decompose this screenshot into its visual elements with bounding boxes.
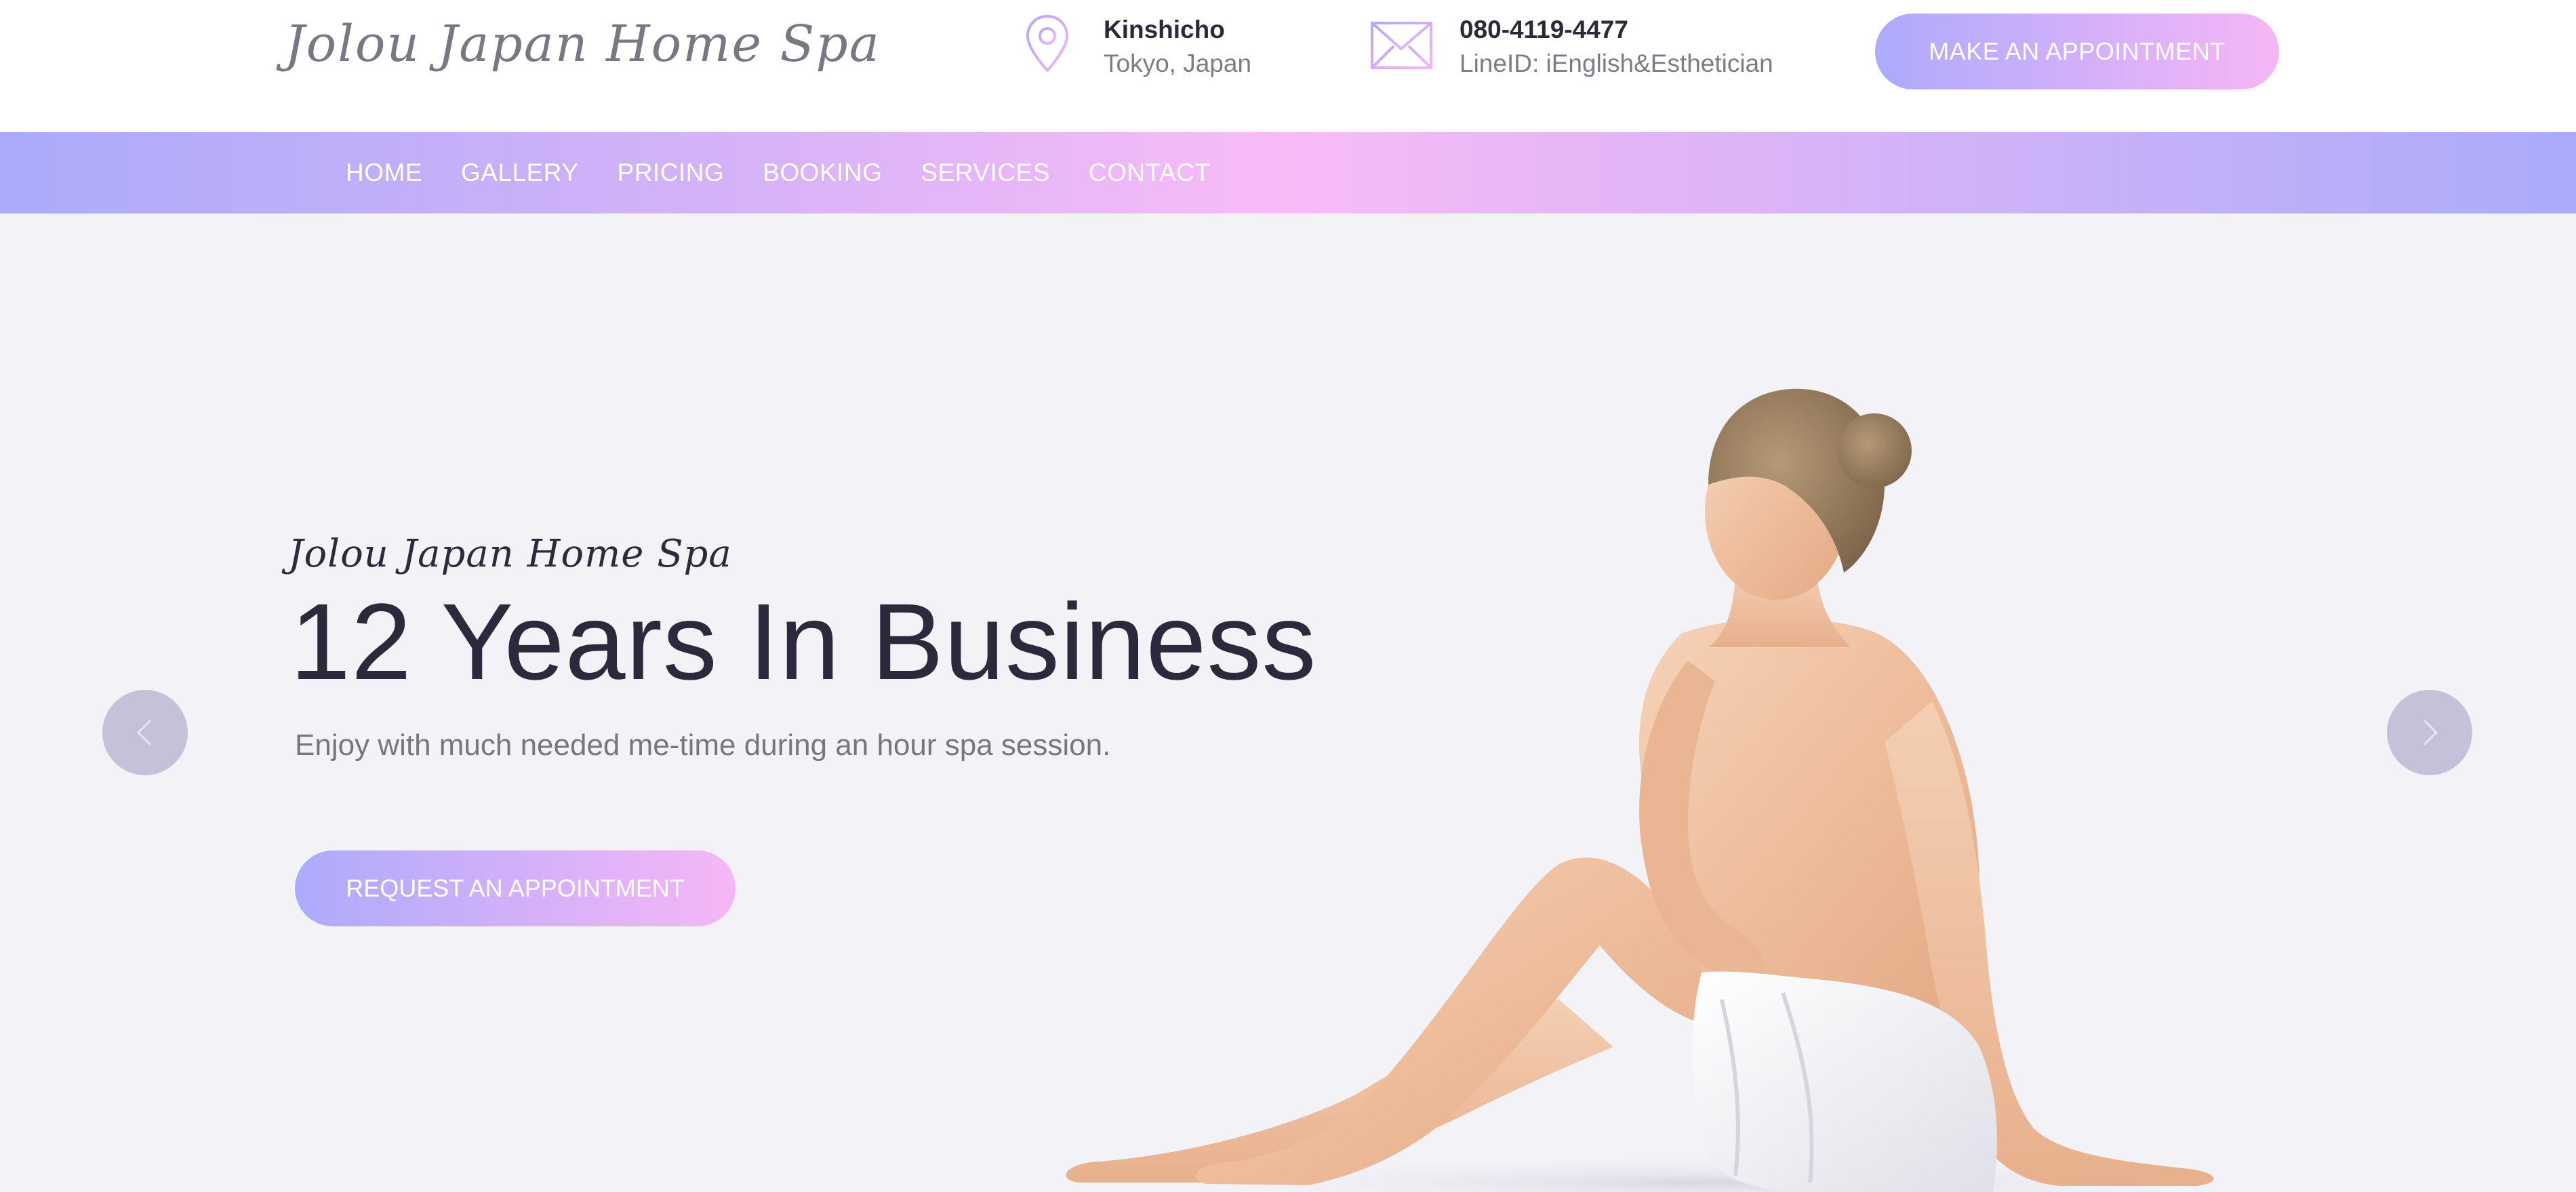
chevron-right-icon — [2423, 719, 2438, 746]
location-subtitle: Tokyo, Japan — [1104, 49, 1252, 77]
chevron-left-icon — [136, 719, 152, 746]
nav-item-services[interactable]: SERVICES — [921, 159, 1049, 187]
main-navbar: HOME GALLERY PRICING BOOKING SERVICES CO… — [0, 132, 2576, 213]
make-appointment-button[interactable]: MAKE AN APPOINTMENT — [1875, 14, 2279, 89]
hero-subtitle: Enjoy with much needed me-time during an… — [295, 728, 1111, 762]
nav-item-home[interactable]: HOME — [346, 159, 422, 187]
hero-slider: Jolou Japan Home Spa 12 Years In Busines… — [0, 213, 2576, 1192]
line-id: LineID: iEnglish&Esthetician — [1460, 49, 1773, 77]
top-header: Jolou Japan Home Spa Kinshicho Tokyo, Ja… — [0, 0, 2576, 132]
nav-item-gallery[interactable]: GALLERY — [461, 159, 579, 187]
woman-with-towel-photo — [1066, 388, 2271, 1192]
contact-info: 080-4119-4477 LineID: iEnglish&Esthetici… — [1369, 14, 1773, 81]
slider-next-button[interactable] — [2387, 690, 2472, 775]
location-title: Kinshicho — [1104, 16, 1225, 43]
nav-item-booking[interactable]: BOOKING — [763, 159, 882, 187]
slider-prev-button[interactable] — [102, 690, 188, 775]
nav-item-pricing[interactable]: PRICING — [618, 159, 725, 187]
hero-script-title: Jolou Japan Home Spa — [288, 532, 732, 576]
nav-item-contact[interactable]: CONTACT — [1089, 159, 1211, 187]
map-pin-icon — [1026, 14, 1069, 73]
request-appointment-button[interactable]: REQUEST AN APPOINTMENT — [295, 850, 736, 926]
hero-title: 12 Years In Business — [290, 581, 1317, 702]
phone-number[interactable]: 080-4119-4477 — [1460, 14, 1773, 46]
nav-menu: HOME GALLERY PRICING BOOKING SERVICES CO… — [346, 132, 1249, 213]
site-logo[interactable]: Jolou Japan Home Spa — [285, 15, 881, 73]
envelope-icon — [1371, 22, 1432, 69]
location-info: Kinshicho Tokyo, Japan — [1024, 14, 1251, 81]
